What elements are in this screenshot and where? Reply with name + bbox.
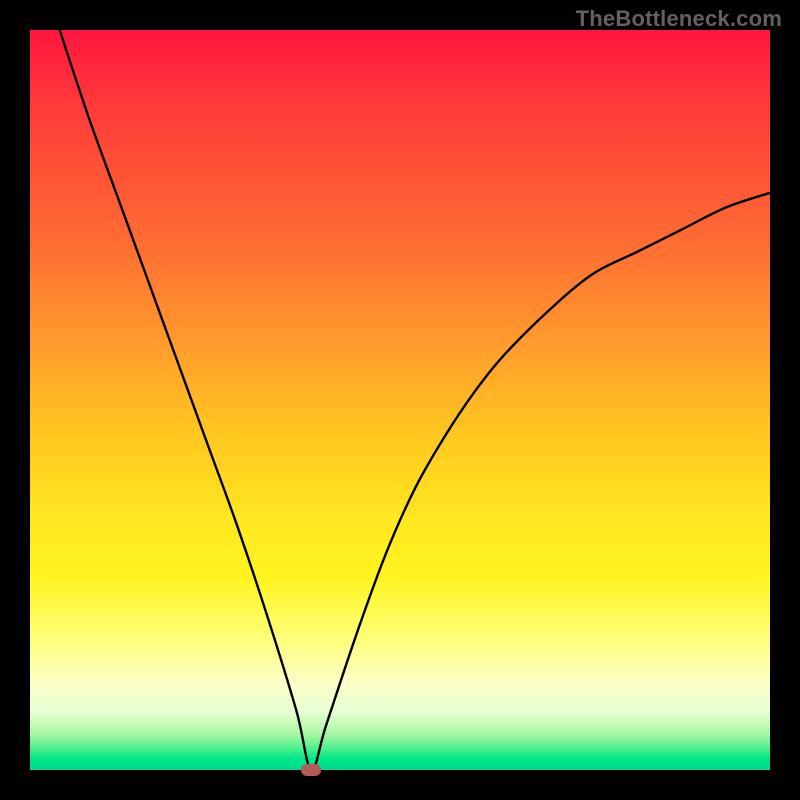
watermark-text: TheBottleneck.com <box>576 6 782 32</box>
plot-area <box>30 30 770 770</box>
curve-path <box>60 30 770 770</box>
optimal-point-marker <box>301 764 321 776</box>
chart-frame: TheBottleneck.com <box>0 0 800 800</box>
bottleneck-curve <box>30 30 770 770</box>
